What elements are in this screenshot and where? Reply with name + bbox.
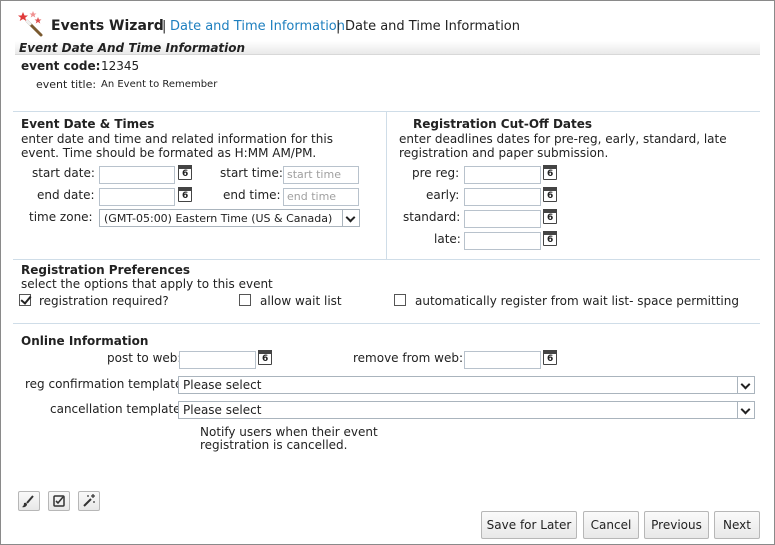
prefs-heading: Registration Preferences: [21, 263, 190, 277]
event-dates-heading: Event Date & Times: [21, 117, 155, 131]
cutoff-desc: enter deadlines dates for pre-reg, early…: [399, 132, 727, 146]
event-title-value: An Event to Remember: [101, 79, 218, 90]
time-zone-value: (GMT-05:00) Eastern Time (US & Canada): [104, 212, 333, 225]
wizard-title: Events Wizard: [51, 18, 164, 34]
breadcrumb-current: Date and Time Information: [345, 19, 520, 34]
start-time-label: start time:: [220, 166, 283, 180]
cancel-template-select[interactable]: Please select: [178, 401, 755, 419]
online-heading: Online Information: [21, 334, 149, 348]
section-title: Event Date And Time Information: [15, 41, 760, 55]
cutoff-heading: Registration Cut-Off Dates: [413, 117, 593, 131]
previous-button[interactable]: Previous: [644, 511, 709, 539]
breadcrumb-separator: |: [336, 19, 341, 34]
next-button[interactable]: Next: [714, 511, 760, 539]
end-date-label: end date:: [37, 188, 95, 202]
calendar-icon[interactable]: 6: [178, 165, 192, 180]
calendar-icon[interactable]: 6: [178, 187, 192, 202]
cancel-template-label: cancellation template:: [50, 402, 185, 416]
events-wizard-window: Events Wizard | Date and Time Informatio…: [0, 0, 775, 545]
calendar-icon[interactable]: 6: [258, 350, 272, 365]
event-code-label: event code:: [21, 59, 101, 73]
registration-required-checkbox[interactable]: [19, 294, 31, 306]
calendar-icon[interactable]: 6: [543, 165, 557, 180]
end-time-label: end time:: [223, 188, 281, 202]
time-zone-select[interactable]: (GMT-05:00) Eastern Time (US & Canada): [99, 209, 360, 227]
calendar-icon[interactable]: 6: [543, 350, 557, 365]
early-input[interactable]: [464, 188, 541, 206]
cutoff-desc: registration and paper submission.: [399, 146, 609, 160]
cancel-button[interactable]: Cancel: [583, 511, 639, 539]
edit-check-icon[interactable]: [48, 491, 70, 511]
allow-wait-list-checkbox[interactable]: [239, 294, 251, 306]
wizard-wand-icon: [17, 10, 45, 38]
pre-reg-label: pre reg:: [412, 166, 460, 180]
event-dates-desc: event. Time should be formated as H:MM A…: [21, 146, 317, 160]
end-time-input[interactable]: end time: [283, 188, 359, 206]
calendar-icon[interactable]: 6: [543, 231, 557, 246]
auto-register-checkbox[interactable]: [394, 294, 406, 306]
early-label: early:: [426, 188, 460, 202]
start-date-label: start date:: [32, 166, 95, 180]
late-label: late:: [434, 232, 461, 246]
save-for-later-button[interactable]: Save for Later: [481, 511, 577, 539]
notify-text: Notify users when their event: [200, 425, 378, 439]
late-input[interactable]: [464, 232, 541, 250]
divider: [13, 323, 760, 324]
remove-from-web-input[interactable]: [464, 351, 541, 369]
chevron-down-icon[interactable]: [737, 402, 754, 418]
post-to-web-input[interactable]: [179, 351, 256, 369]
reg-template-value: Please select: [183, 378, 262, 392]
time-zone-label: time zone:: [29, 210, 93, 224]
cancel-template-value: Please select: [183, 403, 262, 417]
start-time-input[interactable]: start time: [283, 166, 359, 184]
prefs-desc: select the options that apply to this ev…: [21, 277, 273, 291]
start-date-input[interactable]: [99, 166, 175, 184]
standard-label: standard:: [403, 210, 461, 224]
end-date-input[interactable]: [99, 188, 175, 206]
reg-template-label: reg confirmation template:: [25, 377, 187, 391]
reg-template-select[interactable]: Please select: [178, 376, 755, 394]
event-title-label: event title:: [36, 78, 97, 91]
chevron-down-icon[interactable]: [737, 377, 754, 393]
calendar-icon[interactable]: 6: [543, 209, 557, 224]
divider: [386, 111, 387, 259]
breadcrumb-link-date-time[interactable]: Date and Time Information: [170, 19, 345, 34]
remove-from-web-label: remove from web:: [353, 351, 463, 365]
event-dates-desc: enter date and time and related informat…: [21, 132, 333, 146]
breadcrumb-separator: |: [162, 19, 167, 34]
pre-reg-input[interactable]: [464, 166, 541, 184]
calendar-icon[interactable]: 6: [543, 187, 557, 202]
divider: [13, 259, 760, 260]
auto-register-label: automatically register from wait list- s…: [415, 294, 739, 308]
chevron-down-icon[interactable]: [342, 210, 359, 226]
registration-required-label: registration required?: [39, 294, 169, 308]
notify-text: registration is cancelled.: [200, 438, 348, 452]
event-code-value: 12345: [101, 59, 140, 73]
magic-wand-icon[interactable]: [78, 491, 100, 511]
allow-wait-list-label: allow wait list: [260, 294, 342, 308]
standard-input[interactable]: [464, 210, 541, 228]
brush-icon[interactable]: [18, 491, 40, 511]
post-to-web-label: post to web:: [107, 351, 182, 365]
